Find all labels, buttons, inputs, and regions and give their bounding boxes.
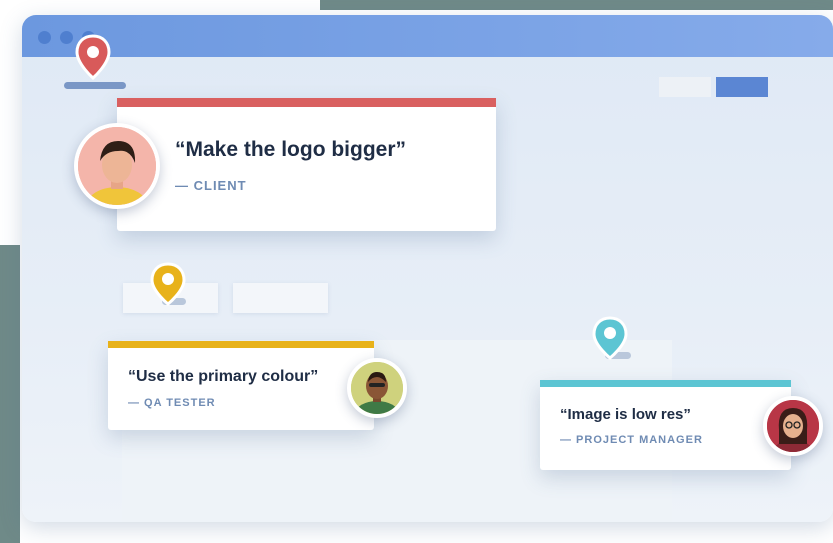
- map-pin-icon[interactable]: [592, 316, 628, 360]
- comment-author: — PROJECT MANAGER: [560, 434, 703, 446]
- avatar: [347, 358, 407, 418]
- window-titlebar: [22, 15, 833, 57]
- comment-card[interactable]: “Use the primary colour” — QA TESTER: [108, 341, 374, 430]
- toolbar-placeholder: [659, 77, 711, 97]
- background-block: [0, 245, 20, 543]
- window-close-dot[interactable]: [38, 31, 51, 44]
- comment-accent-bar: [108, 341, 374, 348]
- window-minimize-dot[interactable]: [60, 31, 73, 44]
- pin-shadow: [64, 82, 126, 89]
- content-placeholder: [233, 283, 328, 313]
- avatar: [74, 123, 160, 209]
- comment-accent-bar: [117, 98, 496, 107]
- comment-quote: “Use the primary colour”: [128, 368, 319, 385]
- map-pin-icon[interactable]: [75, 34, 111, 80]
- comment-card[interactable]: “Make the logo bigger” — CLIENT: [117, 98, 496, 231]
- avatar: [763, 396, 823, 456]
- background-block: [320, 0, 833, 10]
- map-pin-icon[interactable]: [150, 262, 186, 306]
- comment-quote: “Image is low res”: [560, 406, 691, 423]
- comment-author: — CLIENT: [175, 178, 247, 193]
- comment-card[interactable]: “Image is low res” — PROJECT MANAGER: [540, 380, 791, 470]
- comment-accent-bar: [540, 380, 791, 387]
- comment-quote: “Make the logo bigger”: [175, 138, 407, 161]
- comment-author: — QA TESTER: [128, 397, 216, 409]
- toolbar-button[interactable]: [716, 77, 768, 97]
